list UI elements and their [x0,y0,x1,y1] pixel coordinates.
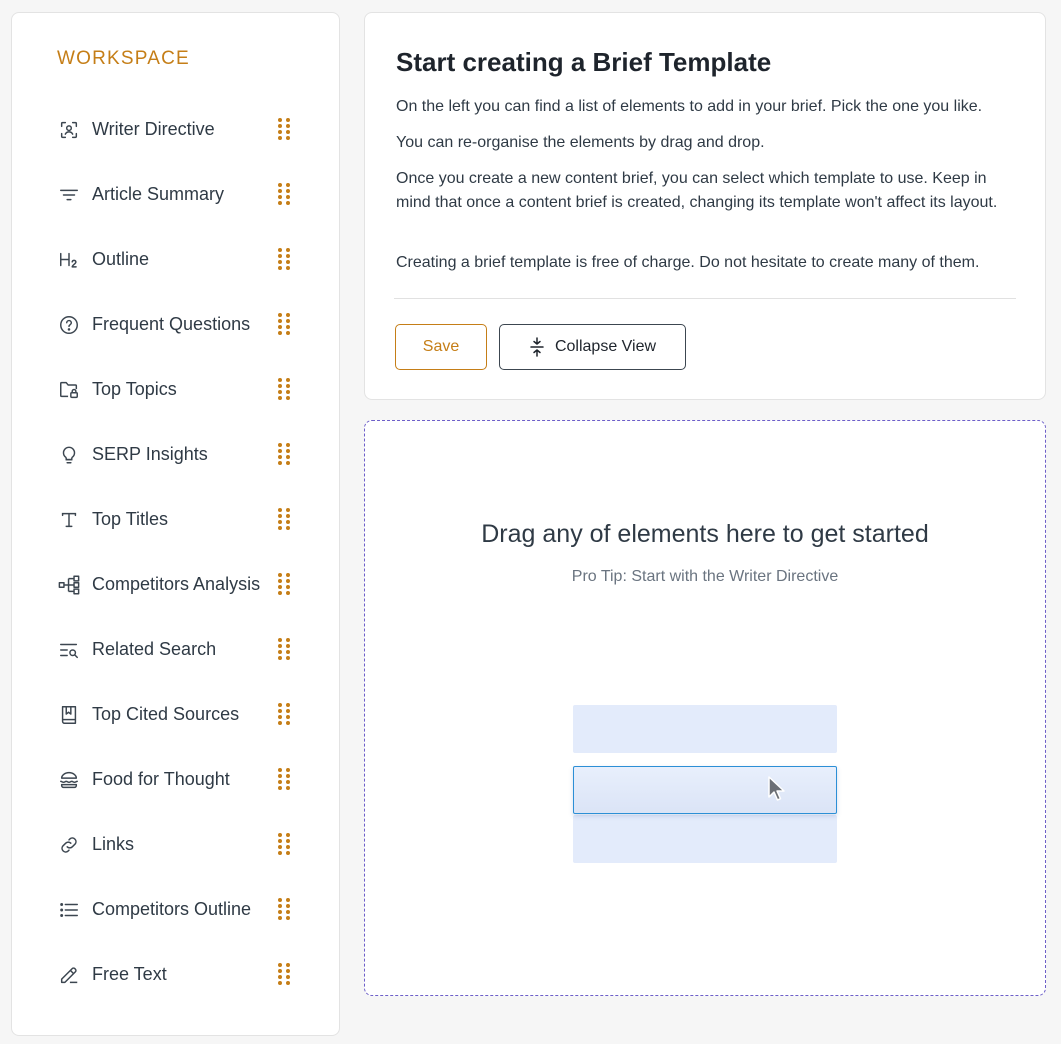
link-icon [56,832,82,858]
sidebar-item-top-cited-sources[interactable]: Top Cited Sources [12,682,339,747]
intro-paragraph: Creating a brief template is free of cha… [396,254,980,271]
sidebar-item-competitors-outline[interactable]: Competitors Outline [12,877,339,942]
list-icon [56,897,82,923]
sidebar-item-article-summary[interactable]: Article Summary [12,162,339,227]
workspace-heading: WORKSPACE [57,48,190,69]
divider [394,298,1016,299]
drag-handle-icon[interactable] [277,637,291,661]
sidebar-item-label: Top Cited Sources [92,704,240,724]
dragged-placeholder-block [573,766,837,814]
save-button[interactable]: Save [395,324,487,370]
burger-icon [56,767,82,793]
drag-handle-icon[interactable] [277,767,291,791]
collapse-view-button[interactable]: Collapse View [499,324,686,370]
workspace-sidebar: WORKSPACE Writer Directive Article Summa… [11,12,340,1036]
sidebar-item-related-search[interactable]: Related Search [12,617,339,682]
drop-zone[interactable]: Drag any of elements here to get started… [364,420,1046,996]
sidebar-item-label: Outline [92,249,150,269]
intro-paragraph: On the left you can find a list of eleme… [396,98,983,115]
sidebar-item-label: Related Search [92,639,217,659]
sidebar-item-label: Top Titles [92,509,169,529]
lightbulb-icon [56,442,82,468]
sidebar-item-links[interactable]: Links [12,812,339,877]
sidebar-item-outline[interactable]: Outline [12,227,339,292]
sidebar-item-writer-directive[interactable]: Writer Directive [12,97,339,162]
sidebar-item-top-titles[interactable]: Top Titles [12,487,339,552]
drag-handle-icon[interactable] [277,832,291,856]
dropzone-tip: Pro Tip: Start with the Writer Directive [571,568,839,585]
intro-paragraph: You can re-organise the elements by drag… [396,134,765,151]
sidebar-item-label: Food for Thought [92,769,230,789]
network-icon [56,572,82,598]
filter-lines-icon [56,182,82,208]
sidebar-item-free-text[interactable]: Free Text [12,942,339,1007]
question-circle-icon [56,312,82,338]
collapse-view-label: Collapse View [554,338,657,355]
folder-lock-icon [56,377,82,403]
element-list: Writer Directive Article Summary Outline… [12,97,339,1007]
drag-handle-icon[interactable] [277,377,291,401]
drag-handle-icon[interactable] [277,897,291,921]
drag-handle-icon[interactable] [277,312,291,336]
sidebar-item-label: Article Summary [92,184,225,204]
intro-panel: Start creating a Brief Template On the l… [364,12,1046,400]
collapse-icon [530,337,544,357]
sidebar-item-label: Competitors Analysis [92,574,261,594]
book-bookmark-icon [56,702,82,728]
drag-handle-icon[interactable] [277,442,291,466]
sidebar-item-label: Writer Directive [92,119,215,139]
sidebar-item-label: Frequent Questions [92,314,251,334]
list-search-icon [56,637,82,663]
sidebar-item-food-for-thought[interactable]: Food for Thought [12,747,339,812]
type-icon [56,507,82,533]
sidebar-item-frequent-questions[interactable]: Frequent Questions [12,292,339,357]
page-title: Start creating a Brief Template [396,47,772,77]
sidebar-item-label: Free Text [92,964,167,984]
cursor-arrow-icon [768,776,785,801]
drag-handle-icon[interactable] [277,572,291,596]
drag-handle-icon[interactable] [277,702,291,726]
placeholder-block [573,815,837,863]
sidebar-item-serp-insights[interactable]: SERP Insights [12,422,339,487]
dropzone-title: Drag any of elements here to get started [481,520,929,548]
intro-paragraph: Once you create a new content brief, you… [396,170,998,211]
placeholder-block [573,705,837,753]
drag-handle-icon[interactable] [277,507,291,531]
heading-2-icon [56,247,82,273]
drag-handle-icon[interactable] [277,247,291,271]
sidebar-item-label: Links [92,834,135,854]
drag-handle-icon[interactable] [277,117,291,141]
scan-user-icon [56,117,82,143]
pencil-icon [56,962,82,988]
drag-handle-icon[interactable] [277,962,291,986]
sidebar-item-competitors-analysis[interactable]: Competitors Analysis [12,552,339,617]
drag-handle-icon[interactable] [277,182,291,206]
sidebar-item-label: Top Topics [92,379,177,399]
sidebar-item-label: SERP Insights [92,444,208,464]
sidebar-item-top-topics[interactable]: Top Topics [12,357,339,422]
sidebar-item-label: Competitors Outline [92,899,252,919]
